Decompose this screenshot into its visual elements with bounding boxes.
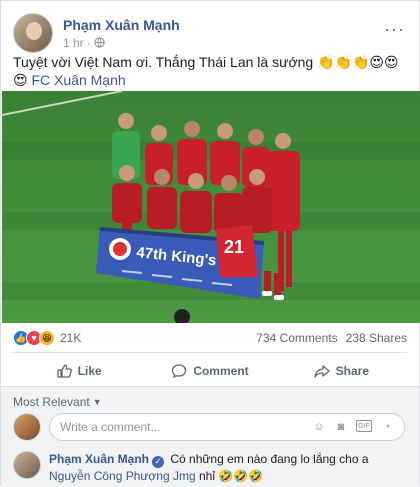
- comment-text: Có những em nào đang lo lắng cho a: [170, 452, 369, 466]
- post-stats: 734 Comments 238 Shares: [256, 331, 407, 345]
- author-avatar[interactable]: [13, 13, 53, 53]
- comment-emojis: 🤣🤣🤣: [218, 469, 264, 483]
- top-comment: Phạm Xuân Mạnh ✓ Có những em nào đang lo …: [13, 451, 399, 484]
- team-photo-illustration: 47th King's Cup 21: [2, 91, 420, 323]
- comment-label: Comment: [193, 364, 249, 378]
- comment-mention-link[interactable]: Nguyễn Công Phượng Jmg: [49, 469, 196, 483]
- divider: [13, 352, 407, 353]
- comment-input[interactable]: [60, 420, 312, 434]
- shares-count[interactable]: 238 Shares: [346, 331, 407, 345]
- post-header: Phạm Xuân Mạnh 1 hr ·: [13, 13, 180, 53]
- post-mention-link[interactable]: FC Xuân Mạnh: [32, 72, 126, 88]
- held-jersey: 21: [216, 225, 258, 277]
- comments-count[interactable]: 734 Comments: [256, 331, 337, 345]
- globe-icon: [94, 37, 105, 48]
- share-icon: [313, 365, 330, 378]
- comment-composer: ☺ ◙ GIF ◔: [13, 413, 405, 441]
- jersey-number: 21: [224, 237, 244, 257]
- sticker-icon[interactable]: ◔: [380, 420, 394, 434]
- post-text: Tuyệt vời Việt Nam ơi. Thắng Thái Lan là…: [13, 53, 409, 89]
- more-options-icon[interactable]: ···: [384, 19, 405, 40]
- comment-bubble: Phạm Xuân Mạnh ✓ Có những em nào đang lo …: [49, 451, 399, 484]
- current-user-avatar[interactable]: [13, 413, 41, 441]
- haha-reaction-icon: 😆: [39, 330, 55, 346]
- commenter-avatar[interactable]: [13, 451, 41, 479]
- post-photo[interactable]: 47th King's Cup 21: [2, 91, 420, 323]
- post-body: Tuyệt vời Việt Nam ơi. Thắng Thái Lan là…: [13, 54, 314, 70]
- reaction-summary[interactable]: 👍 ♥ 😆 21K: [13, 329, 81, 347]
- post-card: Phạm Xuân Mạnh 1 hr · ··· Tuyệt vời Việt…: [0, 0, 420, 487]
- camera-icon[interactable]: ◙: [334, 420, 348, 434]
- verified-badge-icon: ✓: [152, 456, 165, 468]
- thumbs-up-icon: [57, 364, 72, 378]
- comment-sort[interactable]: Most Relevant ▼: [13, 395, 102, 409]
- like-label: Like: [77, 364, 102, 378]
- post-meta: 1 hr ·: [63, 36, 180, 50]
- share-label: Share: [335, 364, 369, 378]
- commenter-name[interactable]: Phạm Xuân Mạnh: [49, 452, 149, 466]
- comment-icon: [172, 364, 187, 379]
- comment-input-box[interactable]: ☺ ◙ GIF ◔: [49, 413, 405, 441]
- reaction-count: 21K: [60, 331, 82, 345]
- emoji-icon[interactable]: ☺: [312, 420, 326, 434]
- author-name[interactable]: Phạm Xuân Mạnh: [63, 17, 180, 33]
- like-button[interactable]: Like: [13, 356, 144, 386]
- action-bar: Like Comment Share: [13, 356, 407, 386]
- comments-section: Most Relevant ▼ ☺ ◙ GIF ◔ Phạm Xuân Mạnh…: [1, 387, 419, 487]
- comment-button[interactable]: Comment: [144, 356, 275, 386]
- chevron-down-icon: ▼: [92, 397, 102, 407]
- gif-icon[interactable]: GIF: [356, 420, 372, 432]
- post-time[interactable]: 1 hr: [63, 36, 84, 50]
- sort-label: Most Relevant: [13, 395, 90, 409]
- comment-suffix: nhỉ: [199, 469, 216, 483]
- share-button[interactable]: Share: [276, 356, 407, 386]
